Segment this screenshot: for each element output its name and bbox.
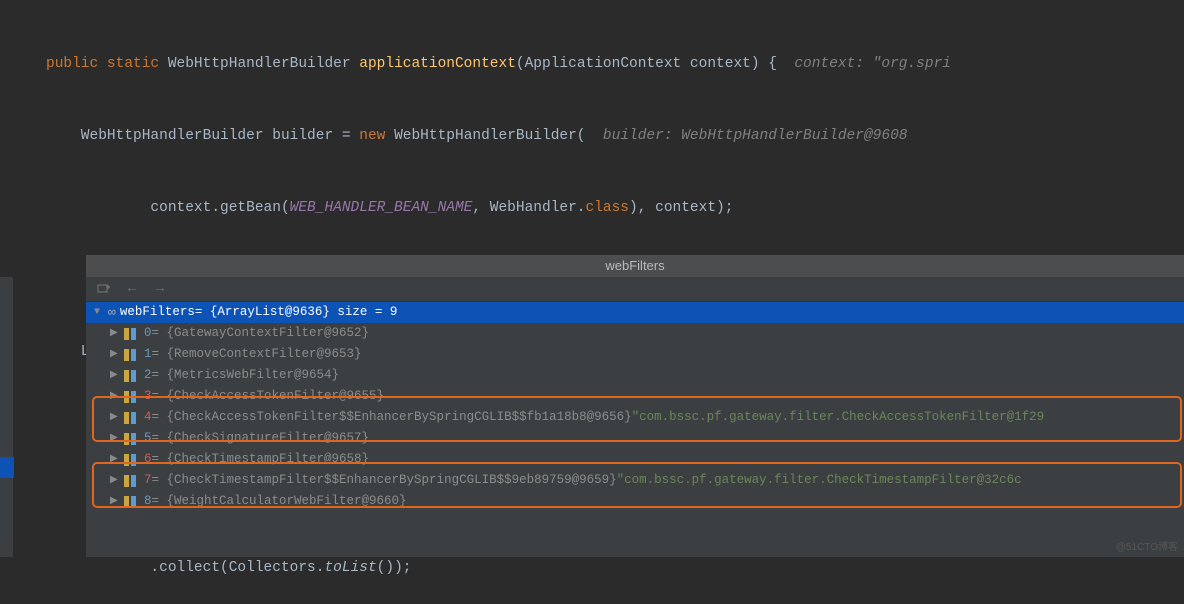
item-index: 6 bbox=[144, 449, 152, 470]
field-icon bbox=[124, 391, 138, 403]
item-index: 0 bbox=[144, 323, 152, 344]
field-icon bbox=[124, 454, 138, 466]
left-gutter bbox=[0, 277, 14, 557]
debug-panel: webFilters ← → ∞ webFilters = {ArrayList… bbox=[86, 255, 1184, 557]
item-string: "com.bssc.pf.gateway.filter.CheckAccessT… bbox=[632, 407, 1045, 428]
field-icon bbox=[124, 328, 138, 340]
watch-icon: ∞ bbox=[108, 302, 116, 323]
expand-arrow-icon[interactable] bbox=[110, 323, 124, 344]
tree-row[interactable]: 8 = {WeightCalculatorWebFilter@9660} bbox=[86, 491, 1184, 512]
tree-row[interactable]: 3 = {CheckAccessTokenFilter@9655} bbox=[86, 386, 1184, 407]
new-watch-icon[interactable] bbox=[96, 281, 112, 297]
item-string: "com.bssc.pf.gateway.filter.CheckTimesta… bbox=[617, 470, 1022, 491]
item-index: 5 bbox=[144, 428, 152, 449]
item-value: = {WeightCalculatorWebFilter@9660} bbox=[152, 491, 407, 512]
forward-icon[interactable]: → bbox=[152, 281, 168, 297]
expand-arrow-icon[interactable] bbox=[110, 470, 124, 491]
item-index: 4 bbox=[144, 407, 152, 428]
item-value: = {RemoveContextFilter@9653} bbox=[152, 344, 362, 365]
root-name: webFilters bbox=[120, 302, 195, 323]
gutter-selection bbox=[0, 457, 14, 478]
item-index: 7 bbox=[144, 470, 152, 491]
expand-arrow-icon[interactable] bbox=[110, 449, 124, 470]
item-value: = {CheckAccessTokenFilter$$EnhancerBySpr… bbox=[152, 407, 632, 428]
debug-panel-title: webFilters bbox=[86, 255, 1184, 277]
code-line-7: .collect(Collectors.toList()); bbox=[0, 556, 1184, 580]
tree-row[interactable]: 4 = {CheckAccessTokenFilter$$EnhancerByS… bbox=[86, 407, 1184, 428]
field-icon bbox=[124, 475, 138, 487]
tree-row[interactable]: 1 = {RemoveContextFilter@9653} bbox=[86, 344, 1184, 365]
expand-arrow-icon[interactable] bbox=[110, 491, 124, 512]
item-index: 8 bbox=[144, 491, 152, 512]
expand-arrow-icon[interactable] bbox=[110, 365, 124, 386]
tree-row[interactable]: 7 = {CheckTimestampFilter$$EnhancerBySpr… bbox=[86, 470, 1184, 491]
item-value: = {CheckTimestampFilter$$EnhancerBySprin… bbox=[152, 470, 617, 491]
item-value: = {GatewayContextFilter@9652} bbox=[152, 323, 370, 344]
item-value: = {CheckAccessTokenFilter@9655} bbox=[152, 386, 385, 407]
tree-row[interactable]: 5 = {CheckSignatureFilter@9657} bbox=[86, 428, 1184, 449]
tree-row[interactable]: 2 = {MetricsWebFilter@9654} bbox=[86, 365, 1184, 386]
item-index: 3 bbox=[144, 386, 152, 407]
field-icon bbox=[124, 412, 138, 424]
expand-arrow-icon[interactable] bbox=[94, 302, 108, 323]
tree-row[interactable]: 6 = {CheckTimestampFilter@9658} bbox=[86, 449, 1184, 470]
code-line-1: public static WebHttpHandlerBuilder appl… bbox=[0, 52, 1184, 76]
item-value: = {CheckTimestampFilter@9658} bbox=[152, 449, 370, 470]
field-icon bbox=[124, 370, 138, 382]
tree-row[interactable]: 0 = {GatewayContextFilter@9652} bbox=[86, 323, 1184, 344]
field-icon bbox=[124, 496, 138, 508]
watermark: @51CTO博客 bbox=[1116, 538, 1178, 553]
item-value: = {CheckSignatureFilter@9657} bbox=[152, 428, 370, 449]
code-line-3: context.getBean(WEB_HANDLER_BEAN_NAME, W… bbox=[0, 196, 1184, 220]
field-icon bbox=[124, 433, 138, 445]
root-value: = {ArrayList@9636} size = 9 bbox=[195, 302, 398, 323]
item-index: 1 bbox=[144, 344, 152, 365]
debug-toolbar: ← → bbox=[86, 277, 1184, 302]
tree-root-row[interactable]: ∞ webFilters = {ArrayList@9636} size = 9 bbox=[86, 302, 1184, 323]
item-index: 2 bbox=[144, 365, 152, 386]
expand-arrow-icon[interactable] bbox=[110, 344, 124, 365]
expand-arrow-icon[interactable] bbox=[110, 428, 124, 449]
expand-arrow-icon[interactable] bbox=[110, 386, 124, 407]
debug-tree[interactable]: ∞ webFilters = {ArrayList@9636} size = 9… bbox=[86, 302, 1184, 512]
expand-arrow-icon[interactable] bbox=[110, 407, 124, 428]
back-icon[interactable]: ← bbox=[124, 281, 140, 297]
code-line-2: WebHttpHandlerBuilder builder = new WebH… bbox=[0, 124, 1184, 148]
field-icon bbox=[124, 349, 138, 361]
item-value: = {MetricsWebFilter@9654} bbox=[152, 365, 340, 386]
